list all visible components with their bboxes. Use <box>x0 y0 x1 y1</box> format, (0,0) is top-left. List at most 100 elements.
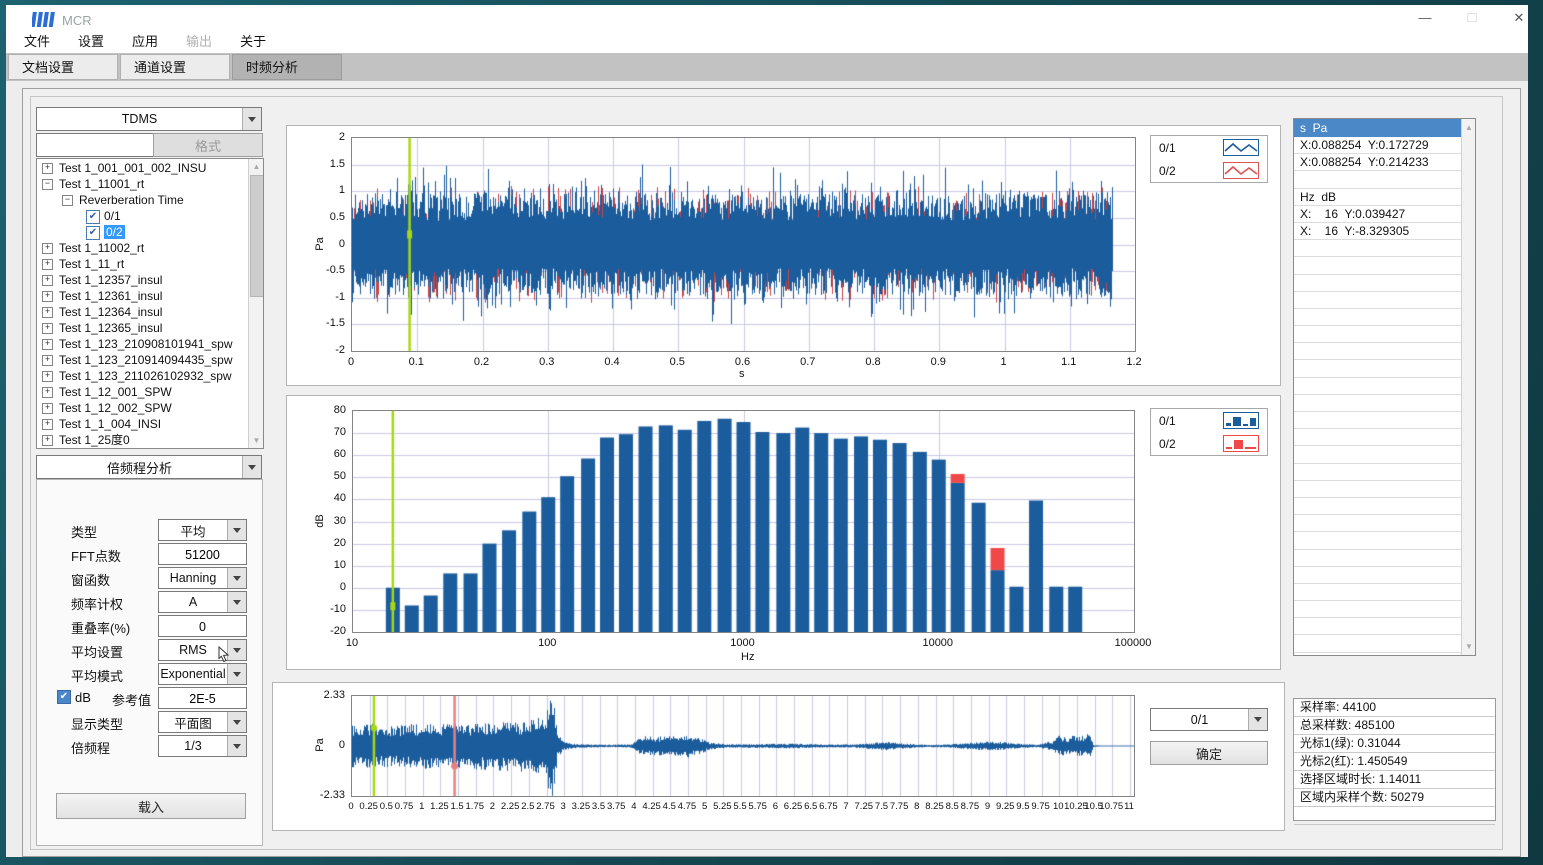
tree-item[interactable]: +Test 1_11002_rt <box>38 240 248 256</box>
close-icon[interactable]: ✕ <box>1504 7 1534 29</box>
tree-item[interactable]: +Test 1_25度0 <box>38 432 248 448</box>
tree-item[interactable]: +Test 1_1_004_INSI <box>38 416 248 432</box>
menu-item-0[interactable]: 文件 <box>14 27 60 54</box>
cursor-readout-panel[interactable]: s PaX:0.088254 Y:0.172729X:0.088254 Y:0.… <box>1293 118 1476 656</box>
minimize-icon[interactable]: — <box>1410 7 1440 29</box>
time-waveform-canvas[interactable] <box>352 138 1135 351</box>
channel-select[interactable]: 0/1 <box>1150 708 1268 731</box>
expand-icon[interactable]: + <box>42 259 53 270</box>
form-select-3[interactable]: A <box>158 591 247 613</box>
expand-icon[interactable]: + <box>42 371 53 382</box>
form-select-0[interactable]: 平均 <box>158 519 247 541</box>
tab-0[interactable]: 文档设置 <box>8 54 118 80</box>
chevron-down-icon[interactable] <box>1248 709 1267 730</box>
tree-item[interactable]: −Reverberation Time <box>38 192 248 208</box>
expand-icon[interactable]: + <box>42 243 53 254</box>
overview-canvas[interactable] <box>352 696 1134 796</box>
scroll-up-icon[interactable]: ▲ <box>249 162 264 171</box>
collapse-icon[interactable]: − <box>42 179 53 190</box>
reference-value-input[interactable]: 2E-5 <box>158 687 247 709</box>
expand-icon[interactable]: + <box>42 355 53 366</box>
chevron-down-icon[interactable] <box>227 664 246 684</box>
tree-item[interactable]: +Test 1_12365_insul <box>38 320 248 336</box>
checkbox[interactable]: ✔ <box>86 226 100 240</box>
scroll-up-icon[interactable]: ▲ <box>1462 123 1476 132</box>
expand-icon[interactable]: + <box>42 403 53 414</box>
tree-item[interactable]: +Test 1_12357_insul <box>38 272 248 288</box>
tick-label: 11 <box>1124 801 1134 812</box>
tree-item[interactable]: +Test 1_001_001_002_INSU <box>38 160 248 176</box>
form-input-1[interactable]: 51200 <box>158 543 247 565</box>
tree-scrollbar[interactable]: ▲ ▼ <box>248 159 264 448</box>
readout-row <box>1294 550 1461 567</box>
tree-item[interactable]: −Test 1_11001_rt <box>38 176 248 192</box>
info-label: 采样率: <box>1300 700 1343 714</box>
form-select-6[interactable]: Exponential <box>158 663 247 685</box>
tick-label: -2.33 <box>320 789 345 801</box>
legend-row-0/2[interactable]: 0/2 <box>1151 159 1267 182</box>
chevron-down-icon[interactable] <box>227 568 246 588</box>
tree-item-label: Test 1_11_rt <box>59 257 124 271</box>
info-value: 44100 <box>1343 700 1376 714</box>
form-select-5[interactable]: RMS <box>158 639 247 661</box>
tree-item[interactable]: +Test 1_12364_insul <box>38 304 248 320</box>
scroll-down-icon[interactable]: ▼ <box>249 436 264 445</box>
expand-icon[interactable]: + <box>42 291 53 302</box>
tab-2[interactable]: 时频分析 <box>232 54 342 80</box>
chevron-down-icon[interactable] <box>227 712 246 732</box>
chevron-down-icon[interactable] <box>242 108 261 130</box>
legend-bars-icon <box>1223 435 1259 452</box>
tree-scroll-thumb[interactable] <box>250 175 264 297</box>
checkbox[interactable]: ✔ <box>86 210 100 224</box>
form-select-8[interactable]: 平面图 <box>158 711 247 733</box>
expand-icon[interactable]: + <box>42 275 53 286</box>
confirm-button[interactable]: 确定 <box>1150 741 1268 765</box>
tree-item[interactable]: + Test 1_11_rt <box>38 256 248 272</box>
search-input[interactable] <box>36 133 170 157</box>
menu-item-2[interactable]: 应用 <box>122 27 168 54</box>
analysis-type-select[interactable]: 倍频程分析 <box>36 455 262 479</box>
db-checkbox[interactable]: ✔ <box>57 690 71 704</box>
chevron-down-icon[interactable] <box>227 520 246 540</box>
format-button[interactable]: 格式 <box>153 133 263 157</box>
tree-item[interactable]: +Test 1_12361_insul <box>38 288 248 304</box>
load-button[interactable]: 载入 <box>56 793 246 819</box>
expand-icon[interactable]: + <box>42 435 53 446</box>
tree-item[interactable]: ✔0/1 <box>38 208 248 224</box>
tree-item[interactable]: +Test 1_12_001_SPW <box>38 384 248 400</box>
expand-icon[interactable]: + <box>42 323 53 334</box>
legend-row-0/2[interactable]: 0/2 <box>1151 432 1267 455</box>
form-select-2[interactable]: Hanning <box>158 567 247 589</box>
chevron-down-icon[interactable] <box>227 592 246 612</box>
tree-item[interactable]: +Test 1_12_002_SPW <box>38 400 248 416</box>
collapse-icon[interactable]: − <box>62 195 73 206</box>
expand-icon[interactable]: + <box>42 163 53 174</box>
tree-item[interactable]: +Test 1_123_210908101941_spw <box>38 336 248 352</box>
readout-row <box>1294 584 1461 601</box>
tree-item[interactable]: +Test 1_123_211026102932_spw <box>38 368 248 384</box>
expand-icon[interactable]: + <box>42 387 53 398</box>
legend-row-0/1[interactable]: 0/1 <box>1151 409 1267 432</box>
file-format-select[interactable]: TDMS <box>36 107 262 131</box>
file-tree[interactable]: +Test 1_001_001_002_INSU−Test 1_11001_rt… <box>36 158 264 449</box>
form-select-9[interactable]: 1/3 <box>158 735 247 757</box>
chevron-down-icon[interactable] <box>242 456 261 478</box>
menu-item-4[interactable]: 关于 <box>230 27 276 54</box>
tree-item[interactable]: ✔0/2 <box>38 224 248 240</box>
tab-1[interactable]: 通道设置 <box>120 54 230 80</box>
legend-row-0/1[interactable]: 0/1 <box>1151 136 1267 159</box>
maximize-icon[interactable]: □ <box>1457 7 1487 29</box>
spectrum-canvas[interactable] <box>353 411 1134 632</box>
readout-scrollbar[interactable]: ▲ ▼ <box>1461 119 1476 655</box>
tick-label: 1.2 <box>1126 356 1141 368</box>
readout-row <box>1294 618 1461 635</box>
expand-icon[interactable]: + <box>42 307 53 318</box>
chevron-down-icon[interactable] <box>227 736 246 756</box>
form-input-4[interactable]: 0 <box>158 615 247 637</box>
menu-item-1[interactable]: 设置 <box>68 27 114 54</box>
expand-icon[interactable]: + <box>42 339 53 350</box>
tick-label: -0.5 <box>326 264 345 276</box>
expand-icon[interactable]: + <box>42 419 53 430</box>
scroll-down-icon[interactable]: ▼ <box>1462 642 1476 651</box>
tree-item[interactable]: +Test 1_123_210914094435_spw <box>38 352 248 368</box>
